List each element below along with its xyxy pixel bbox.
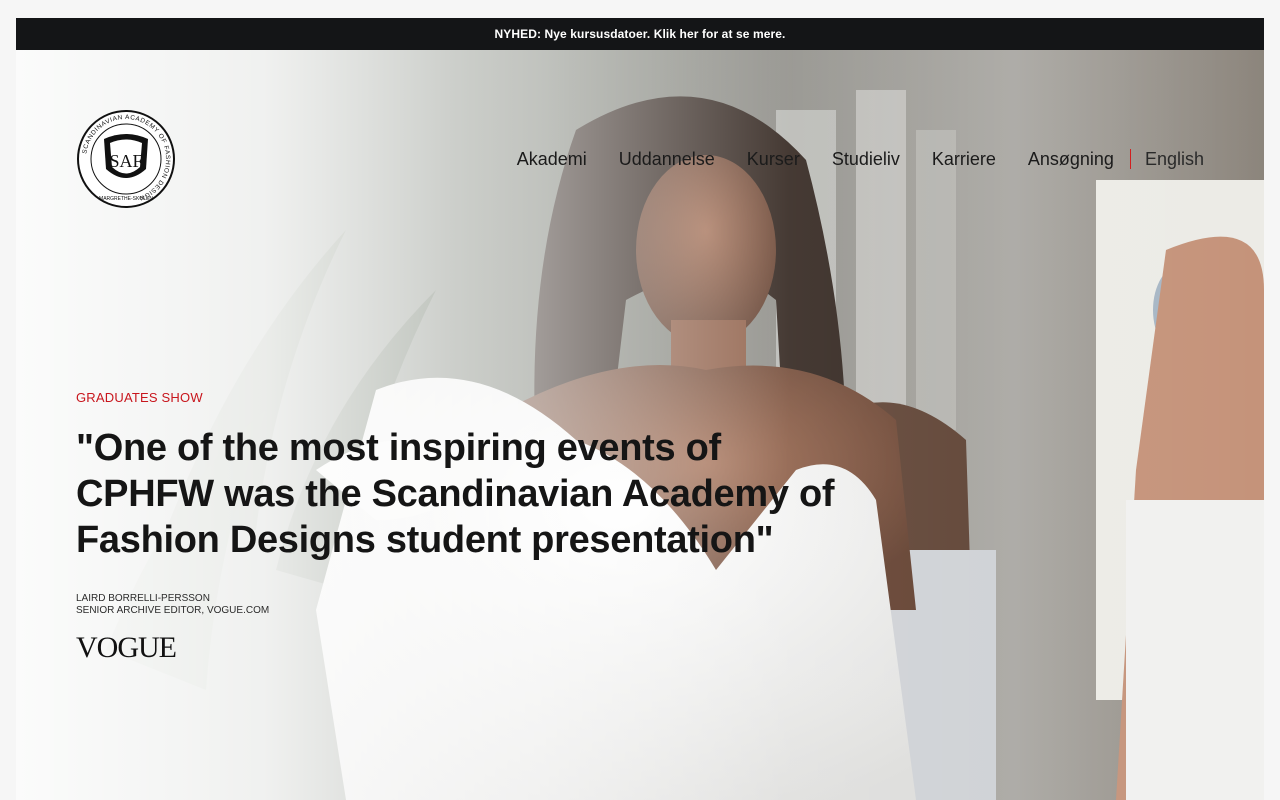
hero-quote: "One of the most inspiring events of CPH… (76, 427, 835, 561)
hero-eyebrow: GRADUATES SHOW (76, 390, 203, 405)
announcement-bar[interactable]: NYHED: Nye kursusdatoer. Klik her for at… (16, 18, 1264, 50)
nav-item-karriere[interactable]: Karriere (932, 149, 996, 170)
page-frame: NYHED: Nye kursusdatoer. Klik her for at… (16, 18, 1264, 800)
nav-divider (1129, 149, 1131, 169)
nav-item-uddannelse[interactable]: Uddannelse (619, 149, 715, 170)
academy-logo[interactable]: SCANDINAVIAN ACADEMY OF FASHION DESIGN S… (76, 109, 176, 209)
hero-content: GRADUATES SHOW "One of the most inspirin… (76, 390, 836, 663)
announcement-text[interactable]: NYHED: Nye kursusdatoer. Klik her for at… (494, 27, 785, 41)
nav-item-ansoegning[interactable]: Ansøgning (1028, 149, 1114, 170)
vogue-logo: VOGUE (76, 631, 177, 664)
nav-item-studieliv[interactable]: Studieliv (832, 149, 900, 170)
svg-text:MARGRETHE-SKOLEN: MARGRETHE-SKOLEN (99, 196, 153, 202)
author-name: LAIRD BORRELLI-PERSSON (76, 593, 210, 604)
hero-section: SCANDINAVIAN ACADEMY OF FASHION DESIGN S… (16, 50, 1264, 800)
main-navigation: Akademi Uddannelse Kurser Studieliv Karr… (517, 146, 1204, 172)
language-switch[interactable]: English (1145, 149, 1204, 170)
svg-text:SAF: SAF (109, 151, 142, 171)
author-title: SENIOR ARCHIVE EDITOR, VOGUE.COM (76, 605, 270, 616)
nav-item-kurser[interactable]: Kurser (747, 149, 800, 170)
quote-author: LAIRD BORRELLI-PERSSON SENIOR ARCHIVE ED… (76, 593, 836, 617)
nav-item-akademi[interactable]: Akademi (517, 149, 587, 170)
